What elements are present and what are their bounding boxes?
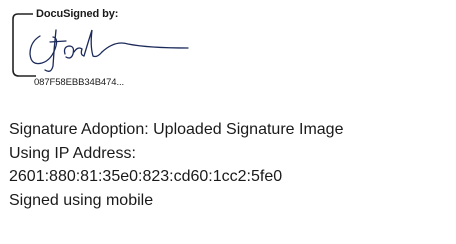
envelope-id: 087F58EBB34B474... [32, 77, 127, 88]
handwritten-signature-icon [29, 29, 189, 72]
ip-address-value: 2601:880:81:35e0:823:cd60:1cc2:5fe0 [9, 168, 283, 185]
docusign-signature-stamp: DocuSigned by: 087F58EBB34B474... [6, 4, 206, 88]
docusigned-by-label: DocuSigned by: [33, 8, 122, 20]
signing-method: Signed using mobile [9, 191, 154, 209]
signature-adoption-line: Signature Adoption: Uploaded Signature I… [9, 121, 344, 138]
ip-address-label: Using IP Address: [9, 144, 136, 162]
signature-details: Signature Adoption: Uploaded Signature I… [9, 118, 343, 212]
